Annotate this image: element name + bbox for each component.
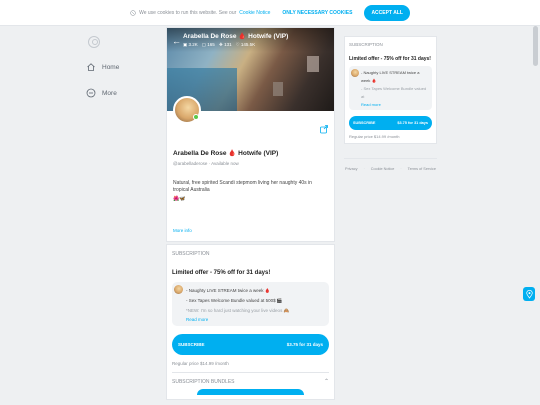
terms-of-service-link[interactable]: Terms of Service bbox=[408, 167, 436, 171]
photos-count: ▣ 3.2K bbox=[183, 42, 198, 47]
nav-item-home[interactable]: Home bbox=[86, 60, 146, 74]
online-status-icon bbox=[193, 114, 199, 120]
share-icon[interactable] bbox=[319, 124, 329, 134]
sidebar-offer-message: - Naughty LIVE STREAM twice a week 🩸 - S… bbox=[349, 66, 432, 110]
sidebar-subscription-label: SUBSCRIPTION bbox=[349, 42, 383, 47]
sidebar-subscription-card: SUBSCRIPTION Limited offer - 75% off for… bbox=[344, 36, 437, 144]
videos-count: ▢ 165 bbox=[201, 42, 215, 47]
bundle-button[interactable] bbox=[197, 389, 304, 395]
sidebar-regular-price: Regular price $14.99 /month bbox=[349, 134, 400, 139]
sidebar-subscribe-label: SUBSCRIBE bbox=[353, 121, 376, 125]
profile-handle-row: @arabelladerose · Available now bbox=[173, 161, 239, 166]
offer-message: - Naughty LIVE STREAM twice a week 🩸 - S… bbox=[172, 282, 329, 326]
footer-links: Privacy · Cookie Notice · Terms of Servi… bbox=[344, 158, 437, 171]
message-line: - Sex Tapes Welcome Bundle valued at 500… bbox=[186, 298, 283, 303]
read-more-link[interactable]: Read more bbox=[186, 317, 324, 322]
more-icon bbox=[86, 88, 96, 98]
right-sidebar: SUBSCRIPTION Limited offer - 75% off for… bbox=[344, 36, 437, 171]
profile-card: ← Arabella De Rose 🩸 Hotwife (VIP) ▣ 3.2… bbox=[166, 27, 335, 242]
likes-count: ♡ 145.5K bbox=[235, 42, 256, 47]
page: We use cookies to run this website. See … bbox=[0, 0, 540, 405]
sidebar-message-avatar bbox=[351, 69, 359, 77]
only-necessary-cookies-button[interactable]: ONLY NECESSARY COOKIES bbox=[278, 10, 356, 16]
cookie-banner: We use cookies to run this website. See … bbox=[0, 0, 540, 26]
home-icon bbox=[87, 63, 95, 71]
privacy-link[interactable]: Privacy bbox=[345, 167, 357, 171]
page-scrollbar[interactable] bbox=[533, 26, 538, 66]
sidebar-message-line: - Naughty LIVE STREAM twice a week 🩸 bbox=[361, 70, 420, 83]
subscription-section: SUBSCRIPTION Limited offer - 75% off for… bbox=[166, 244, 335, 400]
bundles-label: SUBSCRIPTION BUNDLES bbox=[172, 378, 235, 385]
offer-title: Limited offer - 75% off for 31 days! bbox=[172, 270, 271, 276]
back-arrow-icon[interactable]: ← bbox=[172, 36, 181, 46]
profile-bio-emoji: 🌺🦋 bbox=[173, 196, 186, 202]
subscribe-price: $3.75 for 31 days bbox=[286, 342, 323, 347]
banner-title: Arabella De Rose 🩸 Hotwife (VIP) bbox=[183, 33, 289, 40]
sidebar-read-more-link[interactable]: Read more bbox=[361, 102, 429, 107]
profile-column: ← Arabella De Rose 🩸 Hotwife (VIP) ▣ 3.2… bbox=[166, 27, 335, 400]
profile-info: Arabella De Rose 🩸 Hotwife (VIP) @arabel… bbox=[167, 111, 334, 241]
cookie-message: We use cookies to run this website. See … bbox=[130, 10, 270, 16]
subscribe-label: SUBSCRIBE bbox=[178, 342, 205, 347]
sidebar-subscribe-price: $3.75 for 31 days bbox=[397, 121, 428, 125]
profile-avatar[interactable] bbox=[173, 96, 201, 124]
floating-help-button[interactable] bbox=[523, 287, 535, 301]
streams-count: ❖ 131 bbox=[218, 42, 232, 47]
message-line: *NEW: I'm so hard just watching your liv… bbox=[186, 308, 290, 313]
sidebar-message-line: - Sex Tapes Welcome Bundle valued at bbox=[361, 86, 427, 99]
profile-bio: Natural, free spirited Scandi stepmom li… bbox=[173, 180, 312, 193]
nav-label-more: More bbox=[102, 89, 117, 97]
nav-label-home: Home bbox=[102, 63, 120, 71]
cookie-notice-link[interactable]: Cookie Notice bbox=[239, 10, 270, 16]
profile-handle: @arabelladerose bbox=[173, 161, 208, 166]
availability-status: Available now bbox=[211, 161, 239, 166]
subscription-bundles-toggle[interactable]: SUBSCRIPTION BUNDLES ⌃ bbox=[172, 372, 329, 385]
chevron-up-icon: ⌃ bbox=[323, 379, 329, 385]
location-pin-icon bbox=[525, 289, 533, 299]
sidebar-offer-title: Limited offer - 75% off for 31 days! bbox=[349, 56, 431, 62]
regular-price: Regular price $14.99 /month bbox=[172, 361, 229, 366]
cookie-text: We use cookies to run this website. See … bbox=[139, 9, 237, 16]
subscribe-button[interactable]: SUBSCRIBE $3.75 for 31 days bbox=[172, 334, 329, 355]
cookie-notice-footer-link[interactable]: Cookie Notice bbox=[371, 167, 395, 171]
user-avatar-icon[interactable] bbox=[88, 36, 100, 48]
more-info-link[interactable]: More info bbox=[173, 228, 328, 233]
profile-name: Arabella De Rose 🩸 Hotwife (VIP) bbox=[173, 150, 279, 157]
accept-all-cookies-button[interactable]: ACCEPT ALL bbox=[364, 4, 410, 21]
sidebar-subscribe-button[interactable]: SUBSCRIBE $3.75 for 31 days bbox=[349, 116, 432, 130]
cookie-icon bbox=[130, 9, 136, 16]
left-navigation: Home More bbox=[86, 36, 146, 112]
banner-stats: ▣ 3.2K ▢ 165 ❖ 131 ♡ 145.5K bbox=[183, 42, 255, 48]
nav-item-more[interactable]: More bbox=[86, 86, 146, 100]
message-avatar bbox=[174, 285, 183, 294]
subscription-label: SUBSCRIPTION bbox=[172, 251, 210, 257]
message-line: - Naughty LIVE STREAM twice a week 🩸 bbox=[186, 288, 271, 293]
